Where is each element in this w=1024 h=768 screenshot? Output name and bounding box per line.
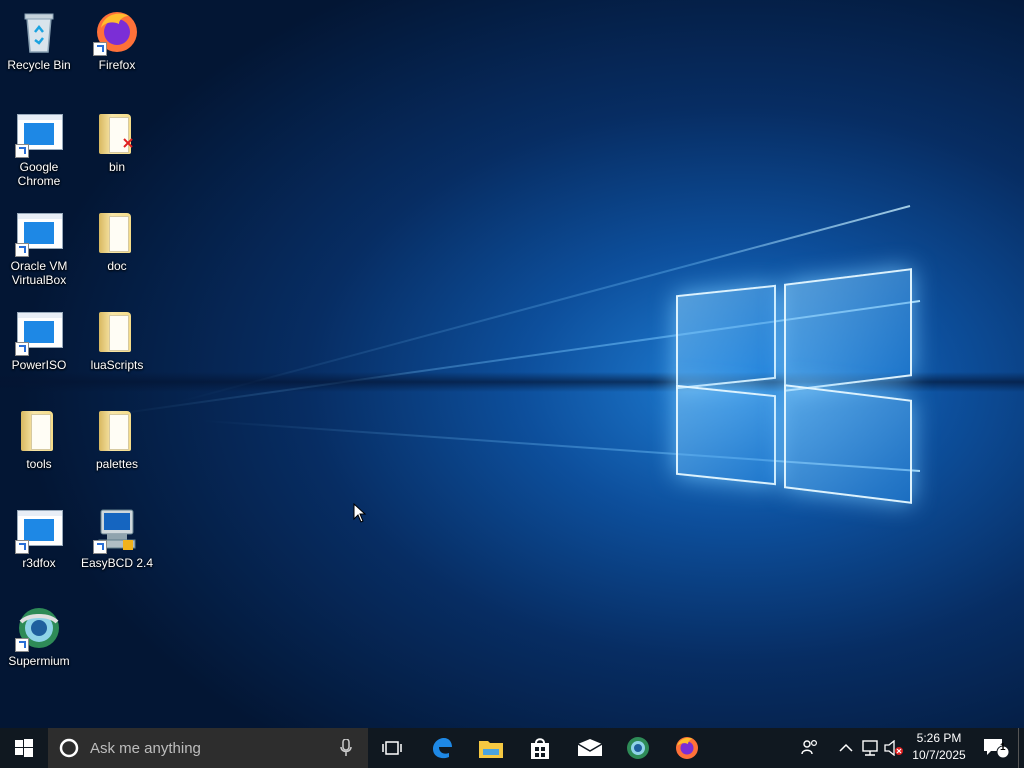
desktop-icon-supermium[interactable]: Supermium xyxy=(0,604,78,668)
desktop-icon-label: Supermium xyxy=(8,654,70,668)
shortcut-arrow-icon xyxy=(15,540,29,554)
desktop-icon-recycle-bin[interactable]: Recycle Bin xyxy=(0,8,78,72)
store-icon xyxy=(531,738,549,759)
desktop-icon-tools[interactable]: tools xyxy=(0,407,78,471)
folder-icon xyxy=(93,308,141,356)
shortcut-arrow-icon xyxy=(15,243,29,257)
application-window-icon xyxy=(15,209,63,257)
people-icon xyxy=(801,739,818,755)
task-view-icon xyxy=(382,741,402,755)
desktop-icon-label: bin xyxy=(108,160,125,174)
desktop-icon-label: Google Chrome xyxy=(17,160,61,188)
taskbar-supermium-button[interactable] xyxy=(614,728,662,768)
taskbar-store-button[interactable] xyxy=(516,728,564,768)
clock[interactable]: 5:26 PM 10/7/2025 xyxy=(906,730,972,764)
edge-icon xyxy=(433,738,452,759)
task-view-button[interactable] xyxy=(368,728,416,768)
chevron-up-icon xyxy=(839,743,853,752)
action-center-button[interactable]: 1 xyxy=(976,728,1016,768)
show-desktop-button[interactable] xyxy=(1018,728,1024,768)
application-window-icon xyxy=(15,308,63,356)
desktop-icon-label: r3dfox xyxy=(22,556,56,570)
easybcd-icon xyxy=(93,506,141,554)
windows-logo-icon xyxy=(15,739,33,757)
recycle-bin-icon xyxy=(15,8,63,56)
desktop-icon-poweriso[interactable]: PowerISO xyxy=(0,308,78,372)
shortcut-arrow-icon xyxy=(15,342,29,356)
network-button[interactable] xyxy=(858,728,882,768)
desktop-icon-label: Oracle VM VirtualBox xyxy=(10,259,68,287)
desktop-icon-luascripts[interactable]: luaScripts xyxy=(78,308,156,372)
supermium-icon xyxy=(15,604,63,652)
folder-icon xyxy=(15,407,63,455)
desktop-icon-label: palettes xyxy=(95,457,139,471)
desktop-icon-label: doc xyxy=(107,259,127,273)
mouse-cursor-icon xyxy=(353,503,367,523)
folder-icon xyxy=(93,110,141,158)
taskbar[interactable]: Ask me anything 5:26 PM 10/7/2025 1 xyxy=(0,728,1024,768)
taskbar-edge-button[interactable] xyxy=(418,728,466,768)
clock-time: 5:26 PM xyxy=(916,731,962,745)
cortana-icon xyxy=(59,738,79,758)
desktop-icon-firefox[interactable]: Firefox xyxy=(78,8,156,72)
desktop-icon-label: PowerISO xyxy=(11,358,67,372)
microphone-icon[interactable] xyxy=(340,739,352,757)
taskbar-firefox-button[interactable] xyxy=(663,728,711,768)
show-hidden-icons-button[interactable] xyxy=(834,728,858,768)
people-button[interactable] xyxy=(790,728,830,768)
firefox-icon xyxy=(676,737,698,759)
desktop-icon-virtualbox[interactable]: Oracle VM VirtualBox xyxy=(0,209,78,287)
notification-count: 1 xyxy=(1000,742,1006,753)
desktop-icon-label: Recycle Bin xyxy=(7,58,71,72)
desktop-icon-palettes[interactable]: palettes xyxy=(78,407,156,471)
folder-icon xyxy=(93,407,141,455)
application-window-icon xyxy=(15,110,63,158)
clock-date: 10/7/2025 xyxy=(912,748,966,762)
start-button[interactable] xyxy=(0,728,48,768)
desktop-icon-label: Firefox xyxy=(98,58,136,72)
shortcut-arrow-icon xyxy=(93,42,107,56)
shortcut-arrow-icon xyxy=(93,540,107,554)
desktop-icon-google-chrome[interactable]: Google Chrome xyxy=(0,110,78,188)
error-x-icon xyxy=(123,138,133,148)
desktop-icon-doc[interactable]: doc xyxy=(78,209,156,273)
mail-icon xyxy=(577,739,603,756)
folder-icon xyxy=(93,209,141,257)
desktop-icon-label: luaScripts xyxy=(90,358,144,372)
desktop-icon-label: tools xyxy=(26,457,52,471)
shortcut-arrow-icon xyxy=(15,638,29,652)
application-window-icon xyxy=(15,506,63,554)
supermium-icon xyxy=(627,737,649,759)
volume-button[interactable] xyxy=(882,728,906,768)
taskbar-mail-button[interactable] xyxy=(566,728,614,768)
desktop-icon-label: EasyBCD 2.4 xyxy=(80,556,154,570)
shortcut-arrow-icon xyxy=(15,144,29,158)
desktop-icon-bin[interactable]: bin xyxy=(78,110,156,174)
firefox-icon xyxy=(93,8,141,56)
desktop[interactable]: Recycle Bin Firefox Google Chrome bin Or… xyxy=(0,0,1024,768)
file-explorer-icon xyxy=(479,741,503,758)
desktop-icon-easybcd[interactable]: EasyBCD 2.4 xyxy=(78,506,156,570)
taskbar-file-explorer-button[interactable] xyxy=(467,728,515,768)
search-placeholder: Ask me anything xyxy=(90,739,201,757)
search-box[interactable]: Ask me anything xyxy=(48,728,368,768)
network-icon xyxy=(862,740,878,756)
desktop-icon-r3dfox[interactable]: r3dfox xyxy=(0,506,78,570)
volume-muted-icon xyxy=(884,740,903,756)
